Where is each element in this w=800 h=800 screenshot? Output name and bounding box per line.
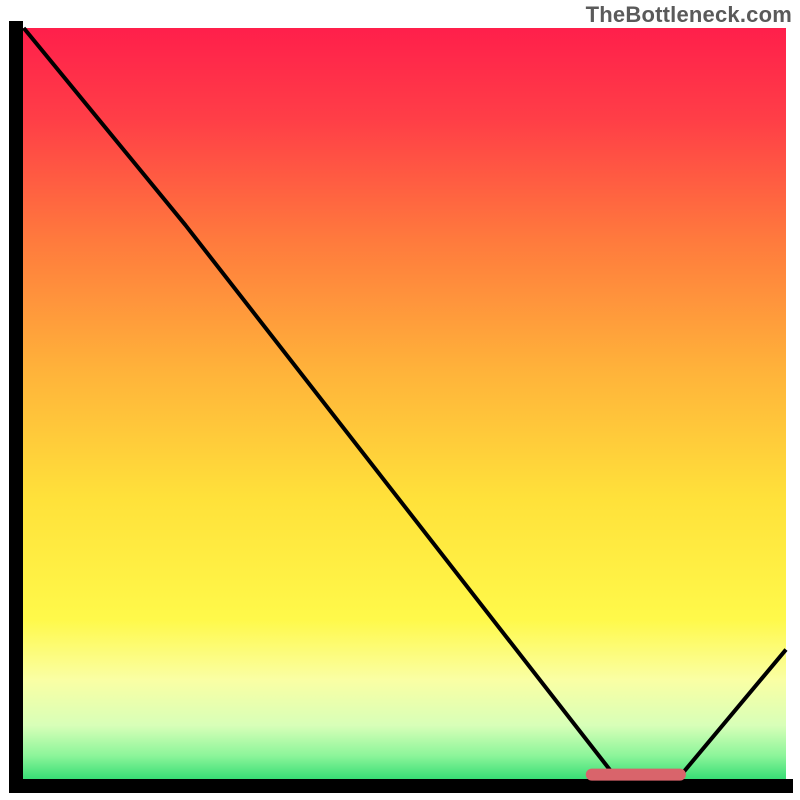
watermark-text: TheBottleneck.com (586, 2, 792, 28)
bottleneck-chart: TheBottleneck.com (0, 0, 800, 800)
optimal-range-marker (586, 769, 686, 781)
plot-background (16, 28, 786, 786)
chart-svg (0, 0, 800, 800)
